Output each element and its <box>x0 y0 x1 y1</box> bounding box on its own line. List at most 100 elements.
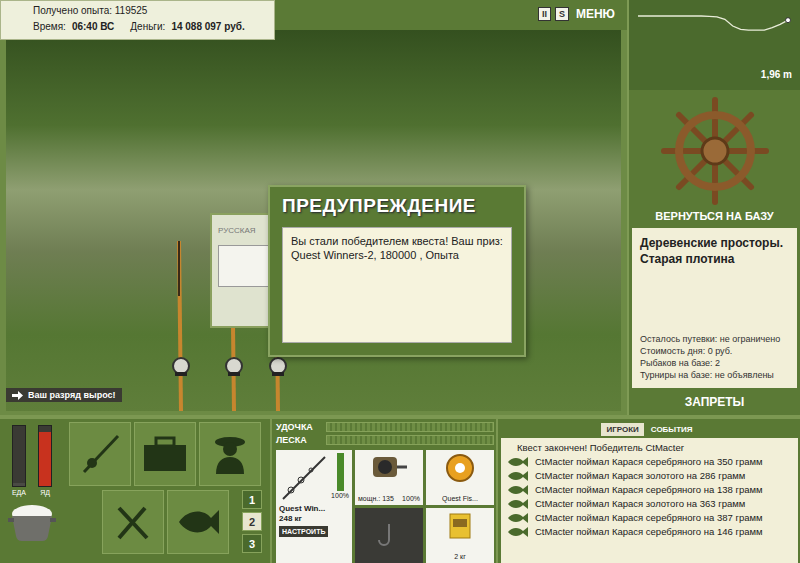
page-button[interactable]: 3 <box>242 534 262 553</box>
chat-message-text: CtMacter поймал Карася золотого на 286 г… <box>535 470 745 481</box>
rod-weight: 248 кг <box>279 514 349 523</box>
chat-tab[interactable]: СОБЫТИЯ <box>646 423 698 436</box>
line-slot[interactable]: Quest Fis... <box>426 450 494 505</box>
base-fact: Осталось путевки: не ограничено <box>640 334 789 344</box>
chat-message: CtMacter поймал Карася серебряного на 38… <box>507 512 792 523</box>
chat-tab[interactable]: ИГРОКИ <box>601 423 643 436</box>
reel-slot[interactable]: мощн.: 135100% <box>355 450 423 505</box>
gauge: УДОЧКА <box>276 422 494 432</box>
gauge-label: УДОЧКА <box>276 422 322 432</box>
base-info: Деревенские просторы. Старая плотина Оста… <box>632 228 797 388</box>
side-column: 1,96 m ВЕРНУТЬСЯ НА БАЗУ Деревенские прост… <box>627 0 800 415</box>
top-buttons: II S МЕНЮ <box>538 0 627 21</box>
chat-message-text: CtMacter поймал Карася серебряного на 14… <box>535 526 763 537</box>
tackle-tile[interactable] <box>69 422 131 486</box>
chat-message-text: CtMacter поймал Карася серебряного на 38… <box>535 512 763 523</box>
setup-button[interactable]: НАСТРОИТЬ <box>279 526 328 537</box>
base-fact: Стоимость дня: 0 руб. <box>640 346 789 356</box>
depth-chart: 1,96 m <box>629 0 800 90</box>
rod-name: Quest Win... <box>279 504 349 513</box>
background-window-title: РУССКАЯ <box>218 226 256 235</box>
depth-profile <box>633 6 793 68</box>
need-meter: ЯД <box>38 425 52 496</box>
tackle-panel: УДОЧКА ЛЕСКА 100% Quest Win...248 кг НАСТРОИ… <box>270 419 496 563</box>
ship-wheel-icon <box>660 96 770 206</box>
arrow-icon <box>12 391 23 400</box>
bottom-panel: ЕДА ЯД 1 2 3 УДОЧКА ЛЕСКА 100% Quest Win...248 к… <box>0 415 800 563</box>
rank-badge-text: Ваш разряд вырос! <box>28 390 116 400</box>
fish-icon <box>507 513 529 523</box>
food-tile[interactable] <box>102 490 164 554</box>
chat-message: CtMacter поймал Карася серебряного на 13… <box>507 484 792 495</box>
needs-panel: ЕДА ЯД <box>0 419 64 563</box>
chat-message: CtMacter поймал Карася серебряного на 35… <box>507 456 792 467</box>
box-tile[interactable] <box>134 422 196 486</box>
main-column: Получено опыта: 119525 Время: 06:40 ВС День… <box>0 0 627 415</box>
dialog-title: ПРЕДУПРЕЖДЕНИЕ <box>282 195 512 217</box>
fish-icon <box>507 457 529 467</box>
fishing-scene: РУССКАЯ ПРЕДУПРЕЖДЕНИЕ Вы стали победителе… <box>0 30 627 415</box>
bait-amount: 2 кг <box>454 553 465 560</box>
top-bar: Получено опыта: 119525 Время: 06:40 ВС День… <box>0 0 627 30</box>
need-label: ЕДА <box>12 489 26 496</box>
time-value: 06:40 ВС <box>72 21 114 32</box>
upper-area: Получено опыта: 119525 Время: 06:40 ВС День… <box>0 0 800 415</box>
gauge-label: ЛЕСКА <box>276 435 322 445</box>
base-title: Деревенские просторы. Старая плотина <box>640 236 789 267</box>
bans-button[interactable]: ЗАПРЕТЫ <box>629 388 800 415</box>
rank-badge[interactable]: Ваш разряд вырос! <box>6 388 122 402</box>
time-label: Время: <box>33 21 66 32</box>
hook-slot[interactable] <box>355 508 423 563</box>
return-button[interactable]: ВЕРНУТЬСЯ НА БАЗУ <box>655 210 773 222</box>
need-meter: ЕДА <box>12 425 26 496</box>
depth-reading: 1,96 m <box>761 69 792 80</box>
hook-icon <box>375 522 403 550</box>
base-fact: Турниры на базе: не объявлены <box>640 370 789 380</box>
page-button[interactable]: 1 <box>242 490 262 509</box>
money-value: 14 088 097 руб. <box>171 21 244 32</box>
money-label: Деньги: <box>130 21 165 32</box>
chat-message: CtMacter поймал Карася золотого на 286 г… <box>507 470 792 481</box>
chat-message-text: CtMacter поймал Карася серебряного на 35… <box>535 456 763 467</box>
fish-tile[interactable] <box>167 490 229 554</box>
fisherman-icon <box>208 432 252 476</box>
dialog-message: Вы стали победителем квеста! Ваш приз: Q… <box>282 227 512 343</box>
chat-message: CtMacter поймал Карася золотого на 363 г… <box>507 498 792 509</box>
fish-icon <box>507 471 529 481</box>
experience-text: Получено опыта: 119525 <box>33 5 266 16</box>
fish-icon <box>175 502 221 542</box>
top-button[interactable]: S <box>555 7 569 21</box>
top-button[interactable]: МЕНЮ <box>573 7 615 21</box>
hud-panel: Получено опыта: 119525 Время: 06:40 ВС День… <box>0 0 275 40</box>
line-name: Quest Fis... <box>442 495 478 502</box>
bait-bag-icon <box>445 511 475 541</box>
reel-condition: 100% <box>402 495 420 502</box>
pot-icon[interactable] <box>6 500 58 544</box>
page-switcher: 1 2 3 <box>242 490 262 554</box>
top-button[interactable]: II <box>538 7 551 21</box>
chat-message-text: CtMacter поймал Карася золотого на 363 г… <box>535 498 745 509</box>
game-screen: Получено опыта: 119525 Время: 06:40 ВС День… <box>0 0 800 563</box>
gauge: ЛЕСКА <box>276 435 494 445</box>
tackle-box-icon <box>142 435 188 473</box>
chat-log: Квест закончен! Победитель CtMacter CtMac… <box>501 438 798 563</box>
rod-icon <box>279 453 329 503</box>
fish-icon <box>507 527 529 537</box>
chat-message: CtMacter поймал Карася серебряного на 14… <box>507 526 792 537</box>
chat-message-text: CtMacter поймал Карася серебряного на 13… <box>535 484 763 495</box>
page-button[interactable]: 2 <box>242 512 262 531</box>
chat-panel: ИГРОКИСОБЫТИЯ Квест закончен! Победитель … <box>496 419 800 563</box>
return-to-base[interactable]: ВЕРНУТЬСЯ НА БАЗУ <box>629 90 800 228</box>
warning-dialog[interactable]: ПРЕДУПРЕЖДЕНИЕ Вы стали победителем квест… <box>268 185 526 357</box>
base-fact: Рыбаков на базе: 2 <box>640 358 789 368</box>
chat-notice: Квест закончен! Победитель CtMacter <box>507 442 792 453</box>
rod-condition: 100% <box>331 492 349 499</box>
fisherman-tile[interactable] <box>199 422 261 486</box>
reel-icon <box>369 453 409 481</box>
need-label: ЯД <box>40 489 50 496</box>
rod-icon <box>78 432 122 476</box>
fish-icon <box>507 485 529 495</box>
bait-slot[interactable]: 2 кг <box>426 508 494 563</box>
rod-slot[interactable]: 100% Quest Win...248 кг НАСТРОИТЬ <box>276 450 352 563</box>
scene-photo: РУССКАЯ ПРЕДУПРЕЖДЕНИЕ Вы стали победителе… <box>6 30 621 411</box>
